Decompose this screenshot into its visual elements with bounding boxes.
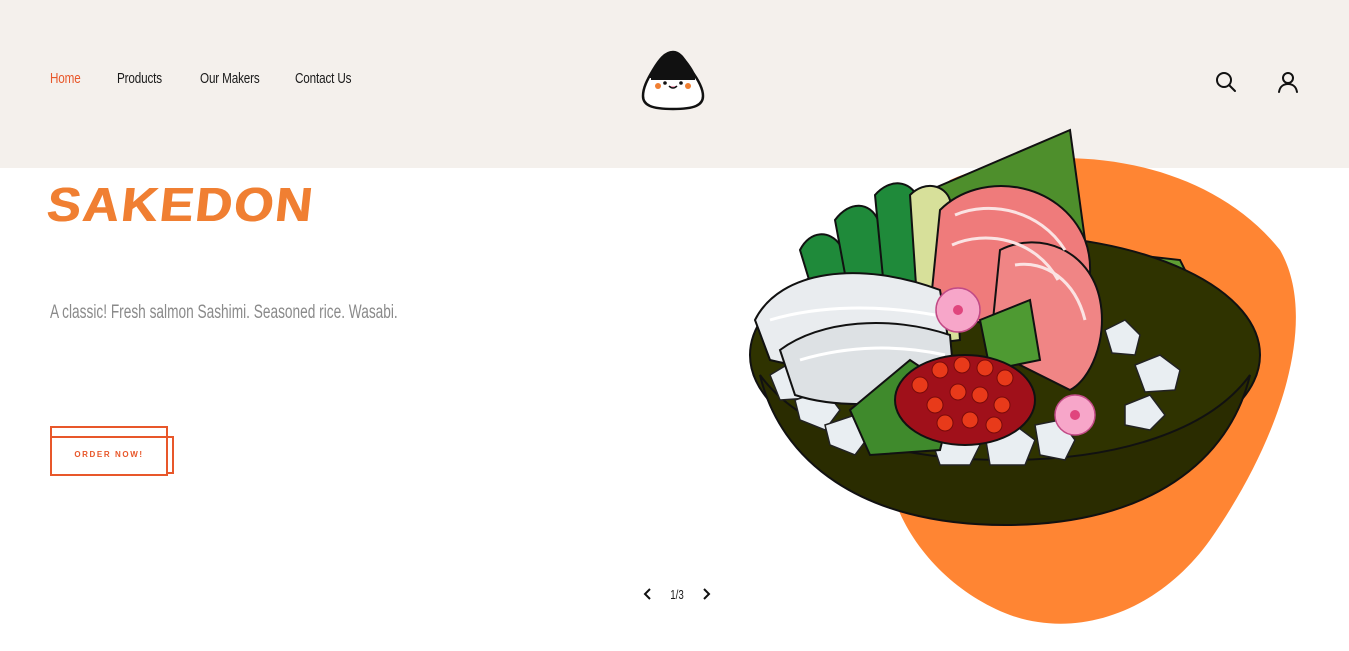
slide-pager: 1/3	[640, 584, 714, 604]
nav-contact-us[interactable]: Contact Us	[295, 70, 351, 87]
main-nav: Home Products Our Makers Contact Us	[50, 70, 375, 92]
onigiri-logo-icon[interactable]	[641, 48, 705, 112]
nav-our-makers[interactable]: Our Makers	[200, 70, 260, 87]
page: Home Products Our Makers Contact Us SAKE…	[0, 0, 1349, 651]
nav-home[interactable]: Home	[50, 70, 81, 87]
hero-subtitle: A classic! Fresh salmon Sashimi. Seasone…	[50, 302, 398, 323]
order-now-button[interactable]: ORDER NOW!	[50, 426, 168, 476]
order-now-wrapper: ORDER NOW!	[50, 426, 178, 478]
nav-products[interactable]: Products	[117, 70, 162, 87]
sashimi-bowl-illustration	[749, 128, 1296, 624]
order-now-label: ORDER NOW!	[74, 449, 144, 459]
chevron-left-icon[interactable]	[640, 584, 656, 604]
chevron-right-icon[interactable]	[698, 584, 714, 604]
user-icon[interactable]	[1276, 70, 1300, 94]
slide-counter: 1/3	[670, 586, 684, 602]
hero-title: SAKEDON	[44, 179, 317, 232]
search-icon[interactable]	[1214, 70, 1238, 94]
